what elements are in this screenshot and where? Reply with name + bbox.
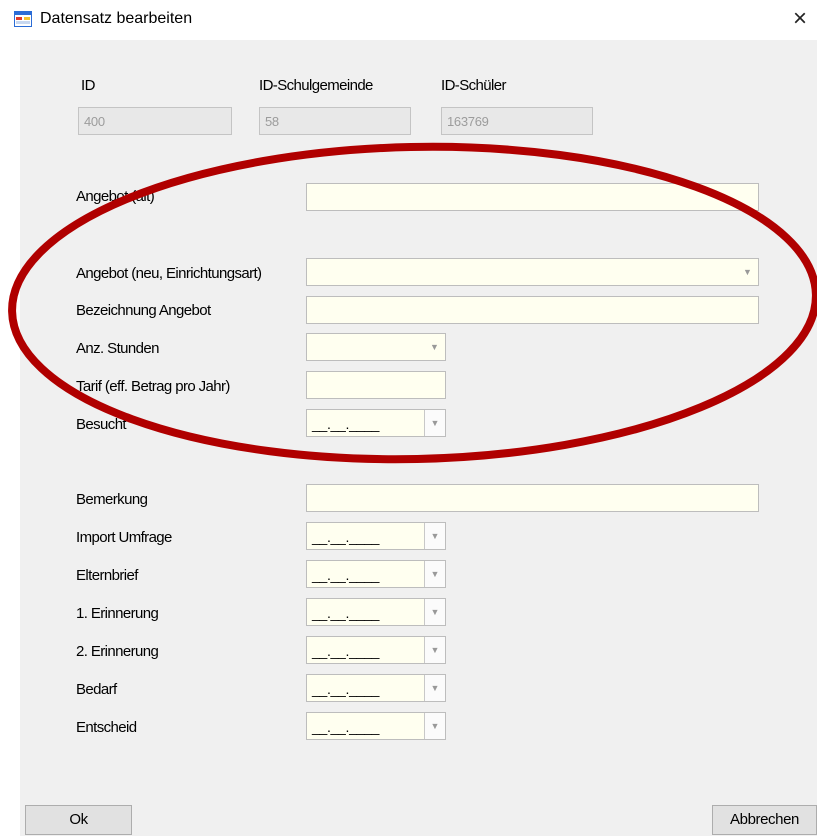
schulgemeinde-id-label: ID-Schulgemeinde — [259, 77, 373, 94]
besucht-date-picker[interactable]: __.__.____ ▼ — [306, 409, 446, 437]
angebot-neu-label: Angebot (neu, Einrichtungsart) — [76, 265, 262, 282]
tarif-input[interactable] — [306, 371, 446, 399]
schueler-id-label: ID-Schüler — [441, 77, 506, 94]
chevron-down-icon[interactable]: ▼ — [737, 259, 758, 285]
bezeichnung-input[interactable] — [306, 296, 759, 324]
chevron-down-icon[interactable]: ▼ — [424, 410, 445, 436]
window-title: Datensatz bearbeiten — [40, 10, 193, 27]
chevron-down-icon[interactable]: ▼ — [424, 675, 445, 701]
bezeichnung-label: Bezeichnung Angebot — [76, 302, 211, 319]
date-mask: __.__.____ — [312, 529, 380, 545]
dialog-body: ID ID-Schulgemeinde ID-Schüler 400 58 16… — [20, 40, 817, 836]
angebot-alt-label: Angebot (alt) — [76, 188, 155, 205]
cancel-button[interactable]: Abbrechen — [712, 805, 817, 835]
import-umfrage-label: Import Umfrage — [76, 529, 172, 546]
bemerkung-label: Bemerkung — [76, 491, 148, 508]
chevron-down-icon[interactable]: ▼ — [424, 561, 445, 587]
schulgemeinde-id-field: 58 — [259, 107, 411, 135]
ok-button[interactable]: Ok — [25, 805, 132, 835]
bedarf-date-picker[interactable]: __.__.____ ▼ — [306, 674, 446, 702]
form-window-icon — [14, 11, 32, 27]
id-label: ID — [81, 77, 95, 94]
erinnerung-1-label: 1. Erinnerung — [76, 605, 159, 622]
erinnerung-2-date-picker[interactable]: __.__.____ ▼ — [306, 636, 446, 664]
elternbrief-date-picker[interactable]: __.__.____ ▼ — [306, 560, 446, 588]
tarif-label: Tarif (eff. Betrag pro Jahr) — [76, 378, 230, 395]
id-field: 400 — [78, 107, 232, 135]
elternbrief-label: Elternbrief — [76, 567, 138, 584]
date-mask: __.__.____ — [312, 567, 380, 583]
date-mask: __.__.____ — [312, 681, 380, 697]
bedarf-label: Bedarf — [76, 681, 117, 698]
entscheid-date-picker[interactable]: __.__.____ ▼ — [306, 712, 446, 740]
bemerkung-input[interactable] — [306, 484, 759, 512]
date-mask: __.__.____ — [312, 605, 380, 621]
erinnerung-1-date-picker[interactable]: __.__.____ ▼ — [306, 598, 446, 626]
stunden-combobox[interactable]: ▼ — [306, 333, 446, 361]
close-button[interactable]: × — [787, 5, 813, 33]
window-edge — [0, 40, 20, 836]
schueler-id-field: 163769 — [441, 107, 593, 135]
chevron-down-icon[interactable]: ▼ — [424, 713, 445, 739]
date-mask: __.__.____ — [312, 719, 380, 735]
import-umfrage-date-picker[interactable]: __.__.____ ▼ — [306, 522, 446, 550]
angebot-neu-combobox[interactable]: ▼ — [306, 258, 759, 286]
date-mask: __.__.____ — [312, 416, 380, 432]
stunden-label: Anz. Stunden — [76, 340, 159, 357]
chevron-down-icon[interactable]: ▼ — [424, 637, 445, 663]
date-mask: __.__.____ — [312, 643, 380, 659]
entscheid-label: Entscheid — [76, 719, 137, 736]
chevron-down-icon[interactable]: ▼ — [424, 523, 445, 549]
chevron-down-icon[interactable]: ▼ — [424, 334, 445, 360]
besucht-label: Besucht — [76, 416, 127, 433]
chevron-down-icon[interactable]: ▼ — [424, 599, 445, 625]
erinnerung-2-label: 2. Erinnerung — [76, 643, 159, 660]
angebot-alt-input[interactable] — [306, 183, 759, 211]
title-bar: Datensatz bearbeiten × — [0, 0, 817, 40]
